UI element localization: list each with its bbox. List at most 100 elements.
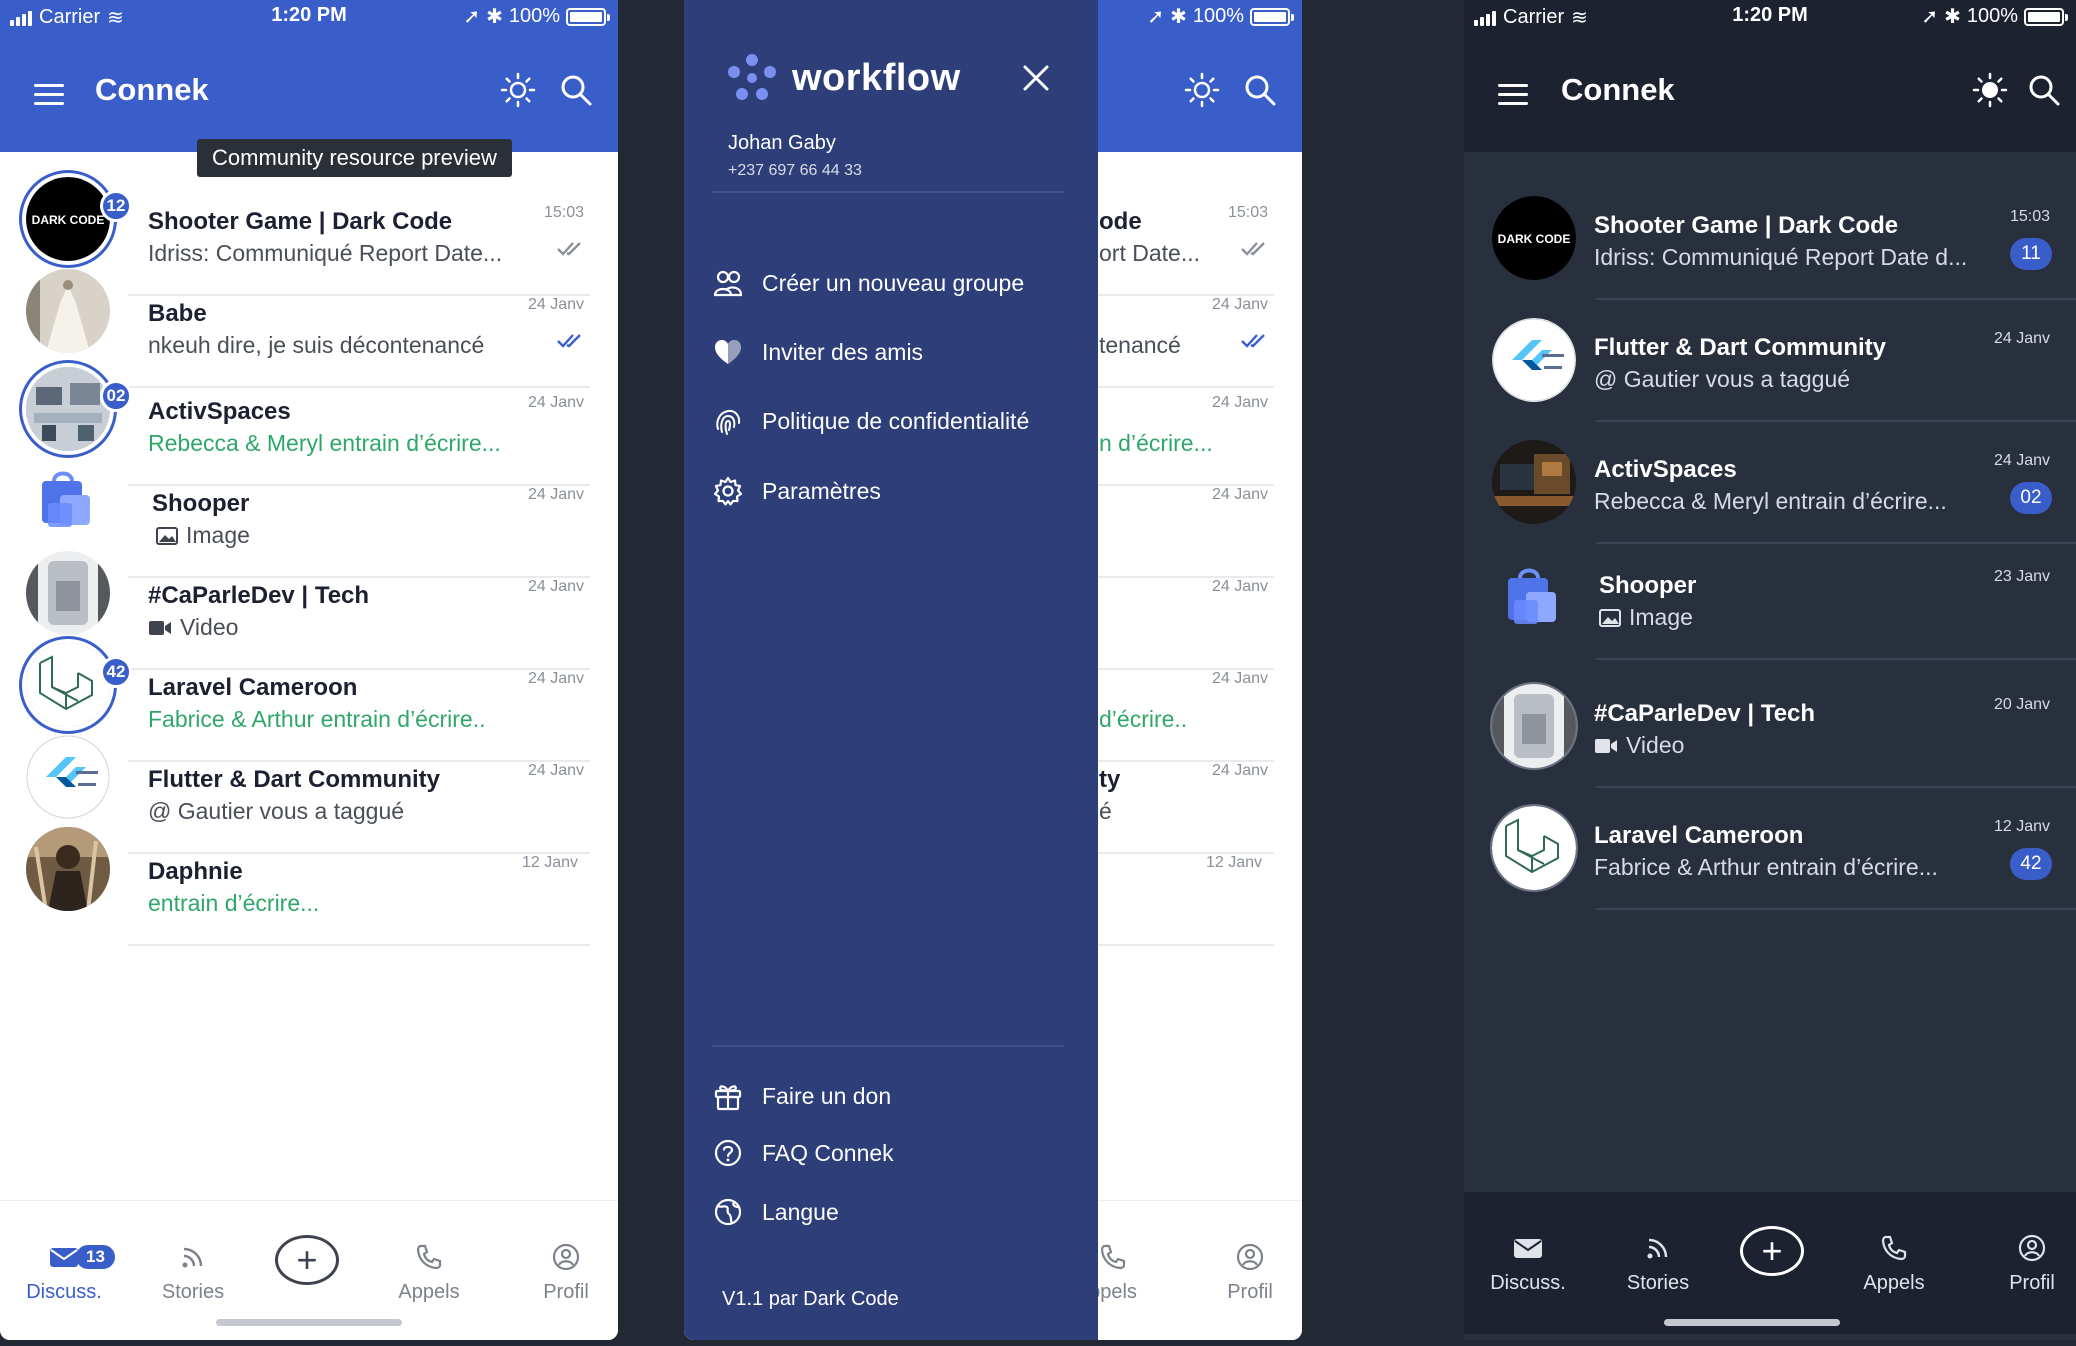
nav-profile[interactable]: Profil xyxy=(516,1237,616,1304)
chat-preview-text: Idriss: Communiqué Report Date d... xyxy=(1594,244,1968,270)
chat-name: ode xyxy=(1099,208,1142,235)
chat-preview-text: Fabrice & Arthur entrain d’écrire... xyxy=(1594,854,1938,880)
chat-row[interactable]: Flutter & Dart Community @ Gautier vous a… xyxy=(1464,300,2076,422)
nav-calls-label: Appels xyxy=(1863,1272,1925,1294)
nav-profile[interactable]: Profil xyxy=(1200,1237,1300,1304)
drawer-item-language[interactable]: Langue xyxy=(712,1187,1078,1237)
chat-date: 12 Janv xyxy=(1993,818,2050,835)
chat-preview: Fabrice & Arthur entrain d’écrire... xyxy=(1594,854,1989,881)
chat-preview: Video xyxy=(1594,732,1989,759)
home-indicator xyxy=(1664,1319,1840,1326)
chat-date: 15:03 xyxy=(2009,208,2050,225)
unread-badge: 12 xyxy=(100,190,132,222)
divider xyxy=(1596,658,2076,660)
battery-icon xyxy=(2024,7,2068,26)
nav-profile[interactable]: Profil xyxy=(1982,1228,2076,1295)
drawer-item-faq[interactable]: FAQ Connek xyxy=(712,1128,1078,1178)
chat-row[interactable]: Daphnie entrain d’écrire... 12 Janv xyxy=(0,802,618,946)
drawer-item-label: FAQ Connek xyxy=(762,1139,894,1166)
nav-discuss[interactable]: 13 Discuss. xyxy=(14,1237,115,1304)
chat-name: Babe xyxy=(148,300,207,327)
theme-toggle-icon[interactable] xyxy=(500,72,536,108)
nav-stories[interactable]: Stories xyxy=(1608,1228,1708,1295)
chat-date: 24 Janv xyxy=(1211,670,1268,687)
new-chat-button[interactable]: + xyxy=(275,1235,339,1285)
chat-date: 24 Janv xyxy=(1211,394,1268,411)
search-icon[interactable] xyxy=(2026,72,2062,108)
location-icon: ➚ xyxy=(1147,6,1165,28)
unread-badge: 42 xyxy=(100,656,132,688)
bottom-nav: 13 Discuss. Stories + Appels Profil xyxy=(0,1200,618,1340)
nav-profile-label: Profil xyxy=(1227,1281,1273,1303)
globe-icon xyxy=(714,1198,742,1226)
image-icon xyxy=(1599,608,1621,627)
heart-shield-icon xyxy=(715,340,741,364)
divider xyxy=(712,191,1064,193)
nav-discuss[interactable]: Discuss. xyxy=(1478,1228,1578,1295)
chat-row[interactable]: DARK CODE Shooter Game | Dark Code Idriss:… xyxy=(1464,178,2076,300)
side-drawer: workflow Johan Gaby +237 697 66 44 33 Cr… xyxy=(684,0,1098,1340)
close-icon[interactable] xyxy=(1020,62,1052,94)
workflow-logo-icon xyxy=(728,54,776,100)
chat-date: 15:03 xyxy=(543,204,584,221)
chat-name: ActivSpaces xyxy=(148,398,291,425)
theme-toggle-icon[interactable] xyxy=(1972,72,2008,108)
chat-name: Flutter & Dart Community xyxy=(148,766,441,793)
nav-calls[interactable]: Appels xyxy=(1844,1228,1944,1295)
menu-icon[interactable] xyxy=(34,84,64,105)
search-icon[interactable] xyxy=(558,72,594,108)
drawer-item-privacy[interactable]: Politique de confidentialité xyxy=(712,396,1078,446)
drawer-item-invite[interactable]: Inviter des amis xyxy=(712,327,1078,377)
chat-date: 12 Janv xyxy=(1205,854,1262,871)
theme-toggle-icon[interactable] xyxy=(1184,72,1220,108)
chat-row[interactable]: Shooper Image 23 Janv xyxy=(1464,538,2076,660)
divider xyxy=(1596,908,2076,910)
bluetooth-icon: ✱ xyxy=(1170,6,1187,28)
rss-icon xyxy=(1647,1238,1668,1259)
app-title: Connek xyxy=(95,72,209,107)
nav-discuss-label: Discuss. xyxy=(26,1281,102,1303)
chat-name: Shooper xyxy=(1599,572,1697,599)
avatar xyxy=(1492,318,1576,402)
profile-icon xyxy=(552,1243,580,1271)
chat-preview: @ Gautier vous a taggué xyxy=(1594,366,1989,393)
drawer-item-label: Langue xyxy=(762,1198,839,1225)
group-icon xyxy=(713,270,743,297)
chat-date: 12 Janv xyxy=(521,854,578,871)
chat-date: 24 Janv xyxy=(1993,330,2050,347)
battery-percent: 100% xyxy=(1192,5,1244,27)
new-chat-button[interactable]: + xyxy=(1740,1226,1804,1276)
menu-icon[interactable] xyxy=(1498,84,1528,105)
status-bar: Carrier ≋ 1:20 PM ➚ ✱ 100% xyxy=(1464,0,2076,34)
chat-name: Flutter & Dart Community xyxy=(1594,334,1887,361)
location-icon: ➚ xyxy=(1921,6,1939,28)
drawer-item-donate[interactable]: Faire un don xyxy=(712,1071,1078,1121)
chat-row[interactable]: Laravel Cameroon Fabrice & Arthur entrain… xyxy=(1464,788,2076,910)
chat-row[interactable]: ActivSpaces Rebecca & Meryl entrain d’écr… xyxy=(1464,422,2076,544)
drawer-screen: ➚ ✱ 100% ode ort Date... 15:03 tenancé 24 Janv… xyxy=(684,0,1302,1340)
unread-count-badge: 42 xyxy=(2010,848,2052,880)
user-name: Johan Gaby xyxy=(728,132,836,154)
nav-calls[interactable]: Appels xyxy=(379,1237,479,1304)
mail-icon xyxy=(50,1248,78,1267)
brand-name: workflow xyxy=(792,56,961,99)
chat-name: Shooper xyxy=(152,490,250,517)
avatar xyxy=(1492,684,1576,768)
light-mode-screen: Carrier ≋ 1:20 PM ➚ ✱ 100% Connek Community… xyxy=(0,0,618,1340)
brand-logo: workflow xyxy=(724,52,961,104)
avatar xyxy=(26,827,110,911)
nav-profile-label: Profil xyxy=(2009,1272,2055,1294)
discuss-count-badge: 13 xyxy=(76,1245,115,1269)
drawer-item-settings[interactable]: Paramètres xyxy=(712,466,1078,516)
search-icon[interactable] xyxy=(1242,72,1278,108)
divider xyxy=(128,944,590,946)
chat-row[interactable]: #CaParleDev | Tech Video 20 Janv xyxy=(1464,666,2076,788)
nav-profile-label: Profil xyxy=(543,1281,589,1303)
chat-date: 24 Janv xyxy=(527,762,584,779)
drawer-item-new-group[interactable]: Créer un nouveau groupe xyxy=(712,258,1078,308)
chat-date: 24 Janv xyxy=(527,670,584,687)
phone-icon xyxy=(1100,1244,1126,1270)
nav-stories[interactable]: Stories xyxy=(143,1237,243,1304)
gear-icon xyxy=(713,476,743,506)
avatar xyxy=(1492,440,1576,524)
